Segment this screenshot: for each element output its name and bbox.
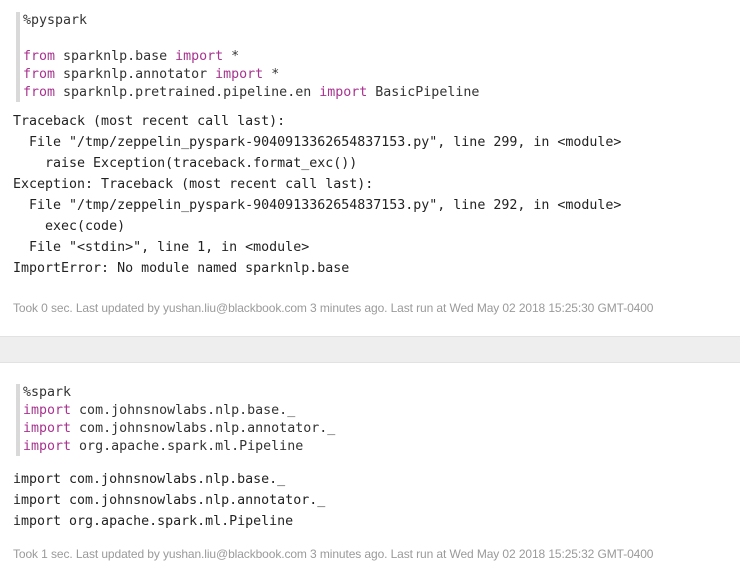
paragraph-footer-status: Took 0 sec. Last updated by yushan.liu@b… xyxy=(13,301,654,315)
code-line: from sparknlp.base import * xyxy=(23,49,240,64)
output-line: ImportError: No module named sparknlp.ba… xyxy=(13,261,350,276)
paragraph-output: Traceback (most recent call last): File … xyxy=(13,111,621,279)
code-editor[interactable]: %pyspark from sparknlp.base import * fro… xyxy=(16,12,479,102)
code-line: from sparknlp.annotator import * xyxy=(23,67,280,82)
output-line: Exception: Traceback (most recent call l… xyxy=(13,177,374,192)
output-line: Traceback (most recent call last): xyxy=(13,114,286,129)
paragraph-footer-status: Took 1 sec. Last updated by yushan.liu@b… xyxy=(13,547,654,561)
notebook-paragraph-spark[interactable]: %spark import com.johnsnowlabs.nlp.base.… xyxy=(0,363,740,574)
output-line: import com.johnsnowlabs.nlp.annotator._ xyxy=(13,493,326,508)
paragraph-output: import com.johnsnowlabs.nlp.base._ impor… xyxy=(13,469,325,532)
paragraph-separator xyxy=(0,336,740,363)
code-line: import com.johnsnowlabs.nlp.annotator._ xyxy=(23,421,336,436)
code-line: %spark xyxy=(23,385,72,400)
code-line: %pyspark xyxy=(23,13,88,28)
code-line: import com.johnsnowlabs.nlp.base._ xyxy=(23,403,296,418)
code-line: import org.apache.spark.ml.Pipeline xyxy=(23,439,304,454)
output-line: import com.johnsnowlabs.nlp.base._ xyxy=(13,472,286,487)
output-line: File "/tmp/zeppelin_pyspark-904091336265… xyxy=(13,135,622,150)
output-line: File "<stdin>", line 1, in <module> xyxy=(13,240,310,255)
output-line: File "/tmp/zeppelin_pyspark-904091336265… xyxy=(13,198,622,213)
notebook-paragraph-pyspark[interactable]: %pyspark from sparknlp.base import * fro… xyxy=(0,0,740,336)
code-editor[interactable]: %spark import com.johnsnowlabs.nlp.base.… xyxy=(16,384,335,456)
output-line: exec(code) xyxy=(13,219,126,234)
output-line: import org.apache.spark.ml.Pipeline xyxy=(13,514,294,529)
code-line: from sparknlp.pretrained.pipeline.en imp… xyxy=(23,85,480,100)
output-line: raise Exception(traceback.format_exc()) xyxy=(13,156,358,171)
